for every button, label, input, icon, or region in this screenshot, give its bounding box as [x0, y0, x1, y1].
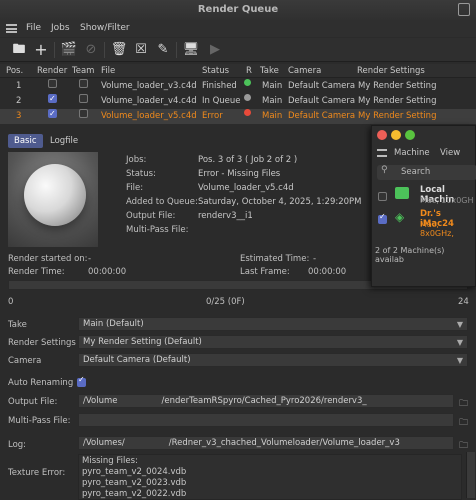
- camera-label: Camera: [8, 356, 42, 366]
- rendertime-value: 00:00:00: [88, 267, 127, 277]
- close-window-icon[interactable]: [377, 130, 387, 140]
- lastframe-label: Last Frame:: [240, 267, 290, 277]
- chevron-down-icon: ▼: [456, 356, 463, 365]
- log-value-end: /Redner_v3_chached_Volumeloader/Volume_l…: [168, 438, 400, 448]
- progress-start: 0: [8, 297, 14, 307]
- chevron-down-icon: ▼: [456, 320, 463, 329]
- log-field[interactable]: /Volumes/ /Redner_v3_chached_Volumeloader…: [78, 436, 454, 450]
- output-file-label: Output File:: [8, 397, 58, 407]
- auto-renaming-checkbox[interactable]: [77, 375, 86, 387]
- output-value: renderv3__i1: [198, 211, 253, 221]
- started-label: Render started on:: [8, 254, 88, 264]
- take-label: Take: [8, 320, 27, 330]
- minimize-window-icon[interactable]: [391, 130, 401, 140]
- folder-icon[interactable]: 🗀: [459, 438, 471, 451]
- jobs-label: Jobs:: [126, 155, 147, 165]
- scrollbar[interactable]: [466, 452, 475, 498]
- progress-end: 24: [458, 297, 469, 307]
- machine-checkbox[interactable]: [378, 212, 387, 224]
- machine-detail: Mac, 10x0GH: [420, 196, 474, 205]
- camera-dropdown[interactable]: Default Camera (Default) ▼: [78, 353, 468, 367]
- output-file-value-end: /enderTeamRSpyro/Cached_Pyro2026/renderv…: [161, 396, 367, 406]
- folder-icon[interactable]: 🗀: [459, 396, 471, 409]
- search-placeholder: Search: [401, 167, 431, 177]
- maximize-window-icon[interactable]: [405, 130, 415, 140]
- output-file-field[interactable]: /Volume/enderTeamRSpyro/Cached_Pyro2026/…: [78, 394, 454, 408]
- added-label: Added to Queue:: [126, 197, 198, 207]
- take-value: Main (Default): [83, 319, 144, 329]
- log-label: Log:: [8, 440, 27, 450]
- menu-view[interactable]: View: [440, 148, 460, 158]
- status-label: Status:: [126, 169, 156, 179]
- texture-error-box[interactable]: Missing Files: pyro_team_v2_0024.vdb pyr…: [78, 454, 462, 500]
- camera-value: Default Camera (Default): [83, 355, 191, 365]
- jobs-value: Pos. 3 of 3 ( Job 2 of 2 ): [198, 155, 298, 165]
- multipass-label: Multi-Pass File:: [8, 416, 71, 426]
- estimated-value: -: [313, 254, 317, 264]
- machine-detail: Mac, 8x0GHz,: [420, 220, 454, 238]
- machine-checkbox[interactable]: [378, 192, 387, 201]
- progress-center-label: 0/25 (0F): [206, 297, 245, 307]
- folder-icon[interactable]: 🗀: [459, 415, 471, 428]
- file-label: File:: [126, 183, 144, 193]
- hamburger-menu-icon[interactable]: [377, 149, 387, 157]
- texture-error-line: pyro_team_v2_0024.vdb: [82, 467, 187, 477]
- file-value: Volume_loader_v5.c4d: [198, 183, 294, 193]
- rendertime-label: Render Time:: [8, 267, 65, 277]
- chevron-down-icon: ▼: [456, 338, 463, 347]
- search-input[interactable]: ⚲ Search: [377, 165, 476, 180]
- estimated-label: Estimated Time:: [240, 254, 310, 264]
- added-value: Saturday, October 4, 2025, 1:29:20PM: [198, 197, 362, 207]
- machines-footer: 2 of 2 Machine(s) availab: [375, 246, 445, 264]
- texture-error-line: pyro_team_v2_0023.vdb: [82, 478, 187, 488]
- multipass-label: Multi-Pass File:: [126, 225, 189, 235]
- monitor-icon: [395, 187, 409, 199]
- render-settings-value: My Render Setting (Default): [83, 337, 202, 347]
- network-icon: ◈: [395, 210, 405, 224]
- render-settings-label: Render Settings: [8, 338, 76, 348]
- machines-panel: Machine View ⚲ Search Local Machin Mac, …: [371, 125, 476, 287]
- render-settings-dropdown[interactable]: My Render Setting (Default) ▼: [78, 335, 468, 349]
- texture-error-line: Missing Files:: [82, 456, 138, 466]
- texture-error-line: pyro_team_v2_0022.vdb: [82, 489, 187, 499]
- search-icon: ⚲: [381, 165, 388, 175]
- output-file-value-start: /Volume: [83, 396, 118, 406]
- multipass-field[interactable]: [78, 413, 454, 427]
- lastframe-value: 00:00:00: [308, 267, 347, 277]
- log-value-start: /Volumes/: [83, 438, 125, 448]
- status-value: Error - Missing Files: [198, 169, 281, 179]
- take-dropdown[interactable]: Main (Default) ▼: [78, 317, 468, 331]
- output-label: Output File:: [126, 211, 176, 221]
- started-value: -: [88, 254, 92, 264]
- auto-renaming-label: Auto Renaming: [8, 378, 74, 388]
- texture-error-label: Texture Error:: [8, 468, 66, 478]
- menu-machine[interactable]: Machine: [394, 148, 430, 158]
